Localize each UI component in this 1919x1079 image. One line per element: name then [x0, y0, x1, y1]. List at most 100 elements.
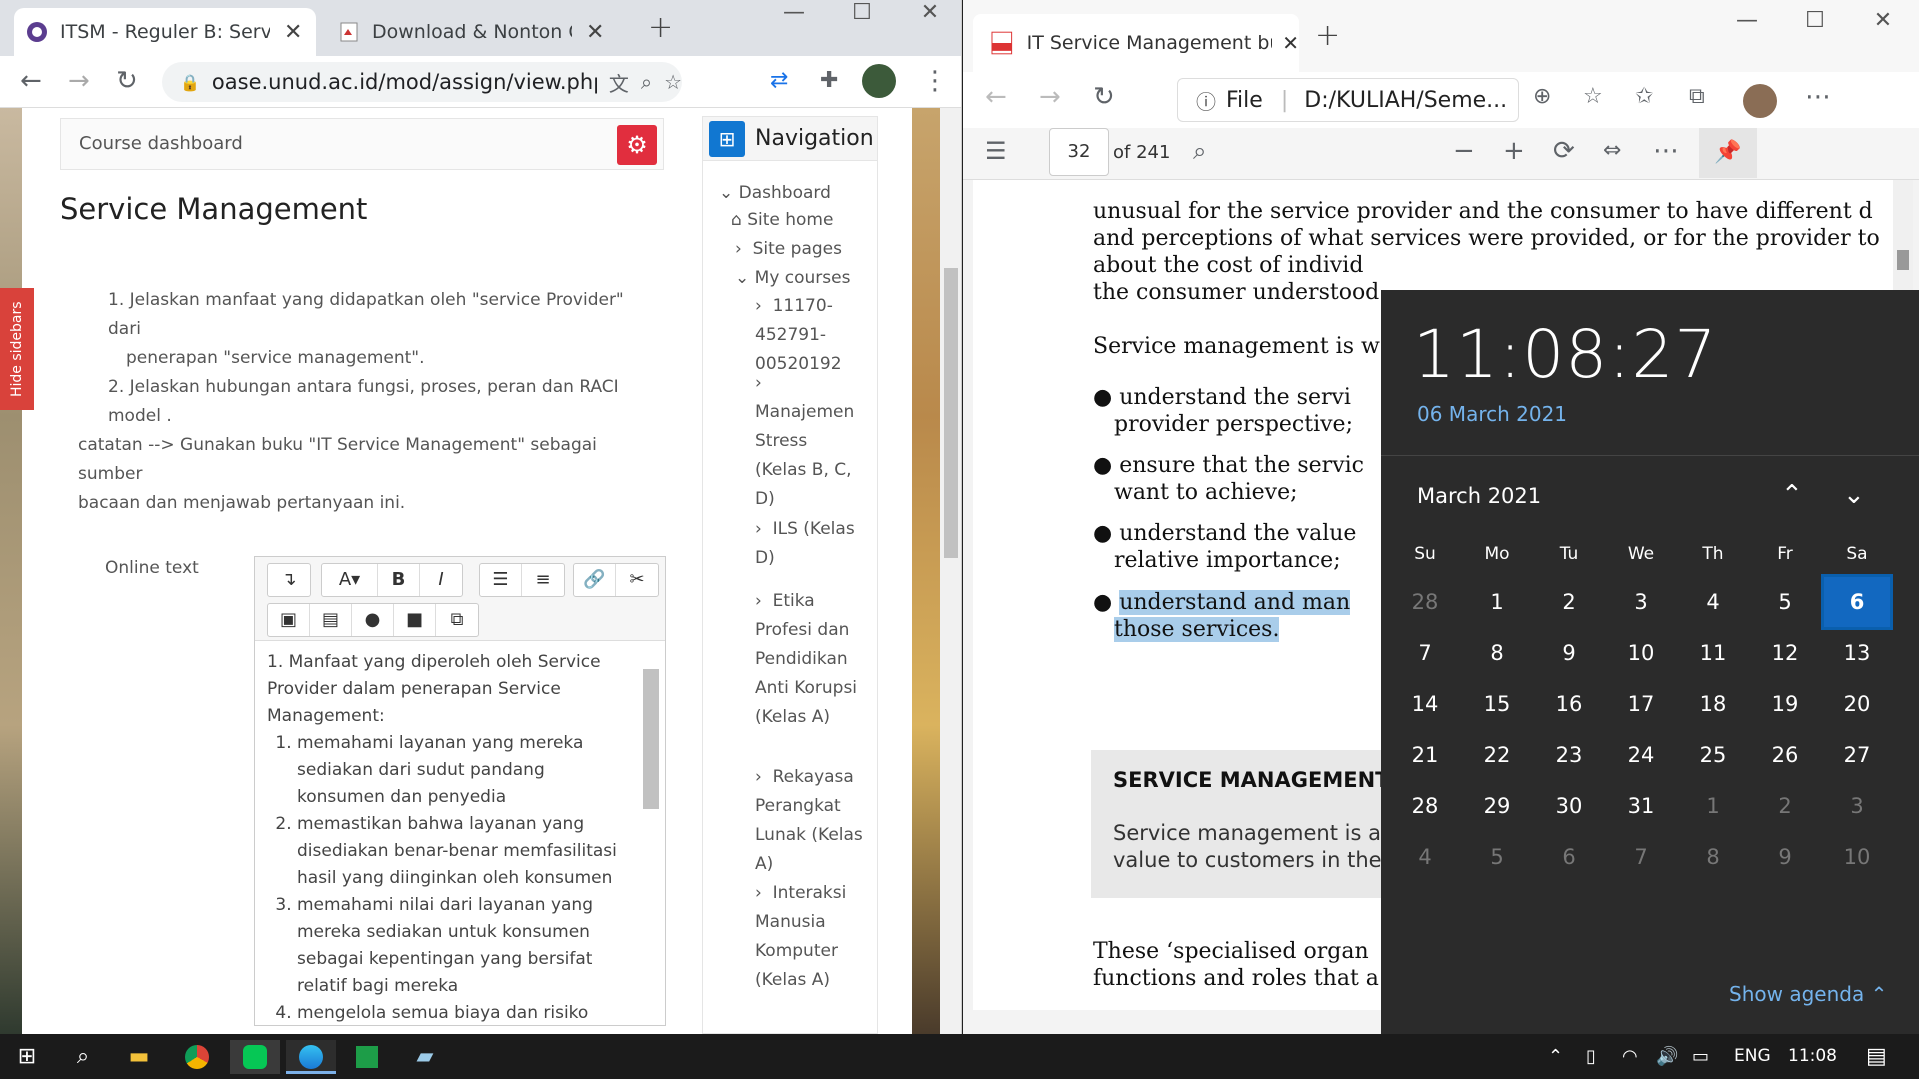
menu-dots-icon[interactable]: ⋮: [922, 66, 948, 96]
font-style-icon[interactable]: A▾: [322, 564, 378, 596]
forward-icon[interactable]: →: [1039, 82, 1061, 112]
windows-start-icon[interactable]: ⊞: [2, 1040, 52, 1074]
editor-content[interactable]: 1. Manfaat yang diperoleh oleh Service P…: [267, 649, 637, 1027]
calendar-day[interactable]: 8: [1677, 829, 1749, 885]
menu-dots-icon[interactable]: ⋯: [1805, 82, 1831, 112]
nav-course-item[interactable]: › Etika Profesi dan Pendidikan Anti Korupsi…: [755, 587, 857, 732]
tab-download[interactable]: Download & Nonton Cek ✕: [326, 8, 626, 56]
zoom-icon[interactable]: ⌕: [641, 70, 652, 94]
calendar-day[interactable]: 5: [1749, 574, 1821, 630]
calendar-day[interactable]: 1: [1461, 574, 1533, 630]
close-window-icon[interactable]: ✕: [896, 0, 961, 30]
maximize-icon[interactable]: ☐: [828, 0, 896, 30]
italic-icon[interactable]: I: [420, 564, 462, 596]
pdf-scroll-thumb[interactable]: [1897, 250, 1909, 270]
edge-app-icon[interactable]: [286, 1040, 336, 1074]
calendar-day[interactable]: 28: [1389, 778, 1461, 834]
calendar-day[interactable]: 16: [1533, 676, 1605, 732]
calendar-day[interactable]: 7: [1605, 829, 1677, 885]
show-hidden-icons-icon[interactable]: ⌃: [1548, 1034, 1563, 1079]
next-month-icon[interactable]: ⌄: [1843, 480, 1865, 510]
calendar-day[interactable]: 2: [1749, 778, 1821, 834]
more-icon[interactable]: ⋯: [1653, 136, 1679, 166]
calendar-day[interactable]: 18: [1677, 676, 1749, 732]
address-bar[interactable]: ⓘ File | D:/KULIAH/Seme...: [1177, 78, 1519, 122]
nav-course-item[interactable]: › Interaksi Manusia Komputer (Kelas A): [755, 879, 846, 995]
calendar-day[interactable]: 29: [1461, 778, 1533, 834]
profile-avatar[interactable]: [1743, 84, 1777, 118]
reload-icon[interactable]: ↻: [116, 66, 138, 96]
calendar-day[interactable]: 2: [1533, 574, 1605, 630]
nav-course-item[interactable]: › Rekayasa Perangkat Lunak (Kelas A): [755, 763, 863, 879]
line-app-icon[interactable]: [230, 1040, 280, 1074]
nav-my-courses[interactable]: ⌄ My courses: [735, 264, 850, 293]
page-number-input[interactable]: 32: [1049, 128, 1109, 176]
new-tab-icon[interactable]: +: [648, 10, 673, 45]
calendar-day[interactable]: 30: [1533, 778, 1605, 834]
collapse-toolbar-icon[interactable]: ↴: [268, 564, 310, 596]
calendar-day[interactable]: 15: [1461, 676, 1533, 732]
rotate-icon[interactable]: ⟳: [1553, 136, 1575, 166]
calendar-day[interactable]: 11: [1677, 625, 1749, 681]
add-favorite-icon[interactable]: ☆: [1583, 82, 1603, 112]
calendar-day[interactable]: 22: [1461, 727, 1533, 783]
calendar-day[interactable]: 10: [1605, 625, 1677, 681]
bullet-list-icon[interactable]: ☰: [480, 564, 522, 596]
calendar-day[interactable]: 3: [1821, 778, 1893, 834]
editor-scroll-thumb[interactable]: [643, 669, 659, 809]
wifi-icon[interactable]: ◠: [1622, 1034, 1638, 1079]
battery-icon[interactable]: ▭: [1692, 1034, 1709, 1079]
settings-gear-icon[interactable]: ⚙: [617, 125, 657, 165]
calendar-day[interactable]: 14: [1389, 676, 1461, 732]
calendar-day[interactable]: 9: [1533, 625, 1605, 681]
previous-month-icon[interactable]: ⌃: [1781, 480, 1803, 510]
image-icon[interactable]: ▣: [268, 604, 310, 636]
calendar-day[interactable]: 4: [1677, 574, 1749, 630]
reload-icon[interactable]: ↻: [1093, 82, 1115, 112]
notepad-app-icon[interactable]: ▰: [400, 1040, 450, 1074]
calendar-day[interactable]: 19: [1749, 676, 1821, 732]
page-scrollbar[interactable]: [940, 108, 961, 1034]
fit-page-icon[interactable]: ⇔: [1603, 136, 1621, 166]
calendar-day[interactable]: 3: [1605, 574, 1677, 630]
nav-course-item[interactable]: › Manajemen Stress (Kelas B, C, D): [755, 369, 854, 514]
show-agenda-button[interactable]: Show agenda ⌃: [1729, 982, 1887, 1006]
maximize-icon[interactable]: ☐: [1781, 8, 1849, 38]
language-indicator[interactable]: ENG: [1734, 1034, 1771, 1079]
device-icon[interactable]: ▯: [1586, 1034, 1596, 1079]
online-text-editor[interactable]: ↴ A▾ B I ☰ ≡ 🔗 ✂ ▣ ▤ ● ■ ⧉ 1. Manfaat yang diper…: [254, 556, 666, 1026]
course-dashboard-bar[interactable]: Course dashboard ⚙: [60, 118, 664, 170]
chrome-app-icon[interactable]: [172, 1040, 222, 1074]
calendar-day[interactable]: 21: [1389, 727, 1461, 783]
taskbar-clock[interactable]: 11:08: [1788, 1034, 1837, 1079]
hide-sidebars-button[interactable]: Hide sidebars: [0, 288, 34, 410]
nav-course-item[interactable]: › 11170- 452791- 00520192: [755, 292, 842, 379]
search-icon[interactable]: ⌕: [58, 1040, 108, 1074]
extensions-icon[interactable]: ✚: [820, 66, 838, 96]
link-icon[interactable]: 🔗: [574, 564, 616, 596]
tab-pdf[interactable]: IT Service Management bukuAja ✕: [973, 14, 1299, 72]
calendar-month[interactable]: March 2021: [1417, 484, 1541, 508]
contents-list-icon[interactable]: ☰: [985, 136, 1007, 166]
calendar-day[interactable]: 31: [1605, 778, 1677, 834]
calendar-day[interactable]: 7: [1389, 625, 1461, 681]
minimize-icon[interactable]: —: [1713, 8, 1781, 38]
calendar-day[interactable]: 5: [1461, 829, 1533, 885]
calendar-day[interactable]: 25: [1677, 727, 1749, 783]
calendar-day[interactable]: 24: [1605, 727, 1677, 783]
calendar-day[interactable]: 6: [1533, 829, 1605, 885]
calendar-day[interactable]: 23: [1533, 727, 1605, 783]
calendar-day[interactable]: 20: [1821, 676, 1893, 732]
manage-files-icon[interactable]: ⧉: [436, 604, 478, 636]
calendar-day[interactable]: 28: [1389, 574, 1461, 630]
page-scroll-thumb[interactable]: [944, 268, 958, 558]
notifications-icon[interactable]: ▤: [1866, 1034, 1887, 1079]
tab-close-icon[interactable]: ✕: [586, 20, 604, 45]
pin-toolbar-icon[interactable]: 📌: [1699, 128, 1757, 178]
calendar-day[interactable]: 9: [1749, 829, 1821, 885]
spreadsheet-app-icon[interactable]: [342, 1040, 392, 1074]
search-icon[interactable]: ⌕: [1193, 136, 1206, 166]
sync-extension-icon[interactable]: ⇄: [770, 66, 788, 96]
favorites-icon[interactable]: ✩: [1635, 82, 1653, 112]
close-window-icon[interactable]: ✕: [1849, 8, 1917, 38]
